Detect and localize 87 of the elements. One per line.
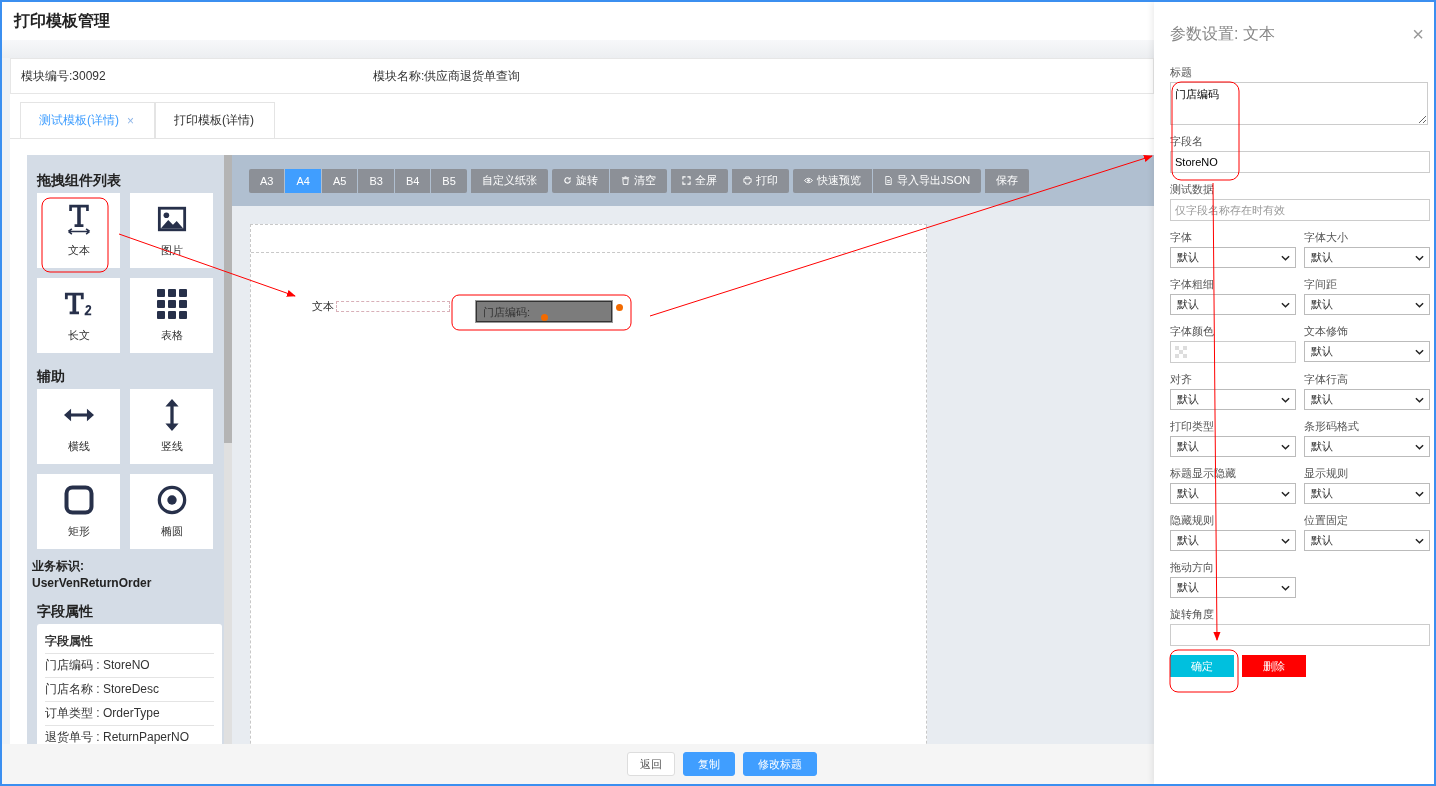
radio-circle-icon — [156, 484, 187, 516]
field-label: 拖动方向 — [1170, 561, 1215, 574]
field-label: 文本修饰 — [1304, 325, 1349, 338]
module-number: 模块编号:30092 — [21, 67, 107, 85]
field-label: 字体颜色 — [1170, 325, 1215, 338]
field-label: 字体粗细 — [1170, 278, 1215, 291]
chevron-icon — [1415, 396, 1424, 403]
component-tile[interactable]: 表格 — [130, 278, 213, 353]
select-field[interactable]: 默认 — [1170, 436, 1296, 457]
select-field[interactable]: 默认 — [1304, 389, 1430, 410]
select-field[interactable]: 默认 — [1170, 294, 1296, 315]
square-icon — [63, 484, 94, 516]
select-field[interactable]: 默认 — [1170, 247, 1296, 268]
page-title: 打印模板管理 — [14, 10, 110, 31]
chevron-icon — [1281, 584, 1290, 591]
select-field[interactable]: 默认 — [1170, 577, 1296, 598]
print-icon — [742, 176, 752, 185]
field-label: 字体 — [1170, 231, 1193, 244]
trash-icon — [620, 176, 630, 185]
select-field[interactable]: 默认 — [1304, 341, 1430, 362]
component-tile[interactable]: 横线 — [37, 389, 120, 464]
business-id-label: 业务标识: — [32, 558, 85, 575]
business-id-value: UserVenReturnOrder — [32, 575, 153, 592]
footer-button[interactable]: 返回 — [627, 752, 675, 776]
section-title: 辅助 — [37, 367, 66, 386]
component-tile[interactable]: 文本 — [37, 193, 120, 268]
resize-handle[interactable] — [541, 314, 548, 321]
rotate-icon — [562, 176, 572, 185]
chevron-icon — [1281, 443, 1290, 450]
input-field[interactable] — [1170, 624, 1430, 646]
section-title: 字段属性 — [37, 602, 94, 621]
select-field[interactable]: 默认 — [1170, 389, 1296, 410]
select-field[interactable]: 默认 — [1304, 436, 1430, 457]
chevron-icon — [1415, 301, 1424, 308]
eye-icon — [803, 176, 813, 185]
select-field[interactable]: 默认 — [1304, 530, 1430, 551]
component-tile[interactable]: 椭圆 — [130, 474, 213, 549]
select-field[interactable]: 默认 — [1304, 247, 1430, 268]
color-field[interactable] — [1170, 341, 1296, 363]
chevron-icon — [1281, 537, 1290, 544]
highlight-box — [1169, 649, 1239, 693]
chevron-icon — [1415, 443, 1424, 450]
panel-button[interactable]: 删除 — [1242, 655, 1306, 677]
tab[interactable]: 打印模板(详情) — [155, 102, 275, 138]
select-field[interactable]: 默认 — [1304, 294, 1430, 315]
grid-icon — [156, 288, 187, 320]
field-item[interactable]: 门店编码 : StoreNO — [45, 654, 214, 678]
file-icon — [883, 176, 893, 185]
field-label: 对齐 — [1170, 373, 1193, 386]
chevron-icon — [1415, 348, 1424, 355]
select-field[interactable]: 默认 — [1304, 483, 1430, 504]
scrollbar[interactable] — [224, 155, 232, 744]
field-label: 旋转角度 — [1170, 608, 1215, 621]
field-label: 条形码格式 — [1304, 420, 1360, 433]
field-item[interactable]: 门店名称 : StoreDesc — [45, 678, 214, 702]
chevron-icon — [1281, 301, 1290, 308]
component-tile[interactable]: 竖线 — [130, 389, 213, 464]
section-title: 拖拽组件列表 — [37, 171, 122, 190]
field-label: 字体行高 — [1304, 373, 1349, 386]
title-textarea[interactable]: 门店编码 — [1170, 82, 1428, 125]
chevron-icon — [1281, 490, 1290, 497]
chevron-icon — [1415, 537, 1424, 544]
panel-title: 参数设置: 文本 — [1170, 23, 1275, 44]
chevron-icon — [1415, 490, 1424, 497]
field-label: 隐藏规则 — [1170, 514, 1215, 527]
field-label: 位置固定 — [1304, 514, 1349, 527]
field-label: 标题 — [1170, 66, 1193, 79]
resize-handle[interactable] — [616, 304, 623, 311]
chevron-icon — [1281, 254, 1290, 261]
chevron-icon — [1281, 396, 1290, 403]
select-field[interactable]: 默认 — [1170, 483, 1296, 504]
fullscreen-icon — [681, 176, 691, 185]
canvas-text[interactable]: 文本 — [312, 299, 334, 314]
field-label: 字间距 — [1304, 278, 1338, 291]
transparent-swatch-icon — [1175, 346, 1187, 358]
component-tile[interactable]: 矩形 — [37, 474, 120, 549]
field-label: 显示规则 — [1304, 467, 1349, 480]
module-name: 模块名称:供应商退货单查询 — [373, 67, 521, 85]
field-item[interactable]: 订单类型 : OrderType — [45, 702, 214, 726]
input-field[interactable]: StoreNO — [1170, 151, 1430, 173]
select-field[interactable]: 默认 — [1170, 530, 1296, 551]
field-label: 字体大小 — [1304, 231, 1349, 244]
text-element-box[interactable] — [336, 301, 450, 312]
component-tile[interactable]: 长文 — [37, 278, 120, 353]
chevron-icon — [1415, 254, 1424, 261]
field-label: 打印类型 — [1170, 420, 1215, 433]
list-header: 字段属性 — [45, 630, 214, 654]
